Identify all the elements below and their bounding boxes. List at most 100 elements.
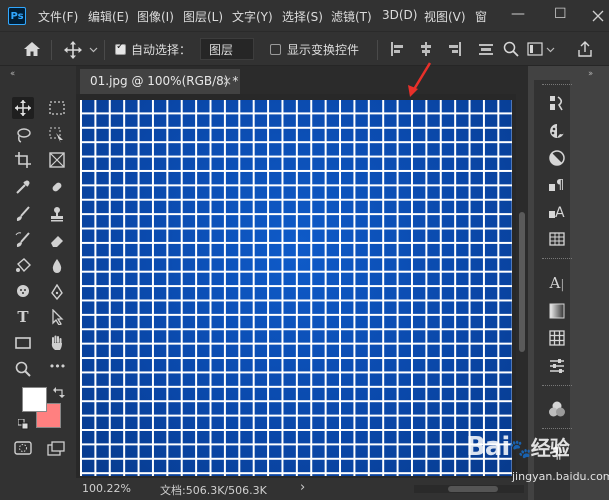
more-tools-icon[interactable]: •••: [46, 356, 68, 378]
screen-mode-icon[interactable]: [47, 441, 65, 456]
menu-window[interactable]: 窗: [475, 8, 487, 25]
move-tool-icon: [15, 100, 31, 116]
eyedropper-tool[interactable]: [12, 176, 34, 198]
brush-icon: [16, 206, 30, 221]
eraser-icon: [51, 236, 63, 247]
crop-icon: [15, 152, 31, 168]
properties-icon[interactable]: [546, 355, 568, 377]
paragraph-styles-icon[interactable]: ¶: [546, 173, 568, 195]
show-transform-checkbox[interactable]: [270, 44, 281, 55]
crop-tool[interactable]: [12, 149, 34, 171]
annotation-arrow-icon: [408, 62, 432, 97]
close-tab-icon[interactable]: ×: [222, 74, 232, 88]
menu-3d[interactable]: 3D(D): [382, 8, 417, 22]
align-right-icon[interactable]: [447, 42, 461, 56]
default-colors-icon[interactable]: [18, 419, 29, 430]
marquee-tool[interactable]: [46, 97, 68, 119]
type-tool[interactable]: T: [12, 306, 34, 328]
path-select-tool[interactable]: [46, 306, 68, 328]
paint-bucket-tool[interactable]: [12, 255, 34, 277]
menu-layer[interactable]: 图层(L): [183, 8, 223, 25]
marquee-icon: [49, 101, 65, 115]
menu-edit[interactable]: 编辑(E): [88, 8, 129, 25]
maximize-button[interactable]: ☐: [554, 6, 567, 22]
history-brush-icon: [15, 232, 30, 247]
grid-icon[interactable]: [546, 228, 568, 250]
home-icon[interactable]: [23, 41, 41, 57]
swap-colors-icon[interactable]: [53, 387, 65, 398]
arrow-pointer-icon: [52, 309, 64, 325]
pattern-icon[interactable]: [546, 327, 568, 349]
workspace-chevron-icon[interactable]: [546, 47, 555, 53]
quick-mask-icon[interactable]: [14, 441, 32, 455]
pen-tool[interactable]: [46, 281, 68, 303]
search-icon[interactable]: [503, 41, 519, 57]
history-icon[interactable]: [546, 92, 568, 114]
menu-filter[interactable]: 滤镜(T): [331, 8, 372, 25]
show-transform-label: 显示变换控件: [287, 43, 360, 57]
collapse-left-icon[interactable]: ‹‹: [10, 69, 15, 79]
hand-tool[interactable]: [46, 332, 68, 354]
menu-bar: Ps 文件(F) 编辑(E) 图像(I) 图层(L) 文字(Y) 选择(S) 滤…: [0, 0, 609, 31]
eraser-tool[interactable]: [46, 229, 68, 251]
share-icon[interactable]: [577, 41, 593, 57]
channels-icon[interactable]: [546, 398, 568, 420]
options-bar: 自动选择： 图层 显示变换控件: [0, 31, 609, 66]
menu-image[interactable]: 图像(I): [137, 8, 174, 25]
svg-text:A: A: [555, 205, 565, 219]
document-tab-bar: 01.jpg @ 100%(RGB/8) * ×: [76, 66, 528, 94]
align-left-icon[interactable]: [391, 42, 405, 56]
document-tab[interactable]: 01.jpg @ 100%(RGB/8) * ×: [80, 69, 240, 94]
auto-select-target-dropdown[interactable]: 图层: [200, 38, 254, 60]
foreground-color-swatch[interactable]: [22, 387, 47, 412]
object-select-tool[interactable]: [46, 124, 68, 146]
history-brush-tool[interactable]: [12, 229, 34, 251]
close-window-icon[interactable]: [592, 10, 604, 22]
align-top-icon[interactable]: [479, 42, 493, 56]
baidu-watermark: Bai🐾经验 jingyan.baidu.com: [466, 428, 609, 496]
vertical-scrollbar[interactable]: [516, 94, 528, 478]
lasso-tool[interactable]: [12, 124, 34, 146]
dodge-tool[interactable]: [12, 281, 34, 303]
align-center-icon[interactable]: [419, 42, 433, 56]
move-tool[interactable]: [12, 97, 34, 119]
character-glyph: A: [549, 274, 561, 292]
document-image[interactable]: [80, 100, 512, 476]
zoom-tool[interactable]: [12, 358, 34, 380]
gradient-icon[interactable]: [546, 300, 568, 322]
auto-select-label: 自动选择：: [131, 43, 192, 57]
blur-drop-icon: [52, 259, 62, 273]
dodge-icon: [17, 285, 29, 297]
collapse-right-icon[interactable]: ››: [588, 69, 593, 79]
auto-select-checkbox[interactable]: [115, 41, 126, 55]
status-menu-arrow[interactable]: ›: [300, 480, 305, 495]
clone-stamp-tool[interactable]: [46, 203, 68, 225]
rectangle-icon: [15, 337, 31, 349]
canvas-area[interactable]: [76, 94, 516, 478]
healing-brush-tool[interactable]: [46, 176, 68, 198]
rectangle-tool[interactable]: [12, 332, 34, 354]
pen-icon: [51, 284, 63, 300]
character-styles-icon[interactable]: A: [546, 200, 568, 222]
character-icon[interactable]: A|: [546, 272, 568, 294]
frame-tool[interactable]: [46, 149, 68, 171]
bandage-icon: [52, 182, 62, 192]
menu-type[interactable]: 文字(Y): [232, 8, 273, 25]
minimize-button[interactable]: —: [511, 6, 525, 22]
auto-select-target-value: 图层: [209, 43, 234, 57]
color-icon[interactable]: [546, 120, 568, 142]
hand-icon: [51, 335, 62, 350]
baidu-logo: Bai🐾经验: [466, 432, 570, 462]
blur-tool[interactable]: [46, 255, 68, 277]
menu-select[interactable]: 选择(S): [282, 8, 323, 25]
chevron-down-icon[interactable]: [89, 47, 98, 53]
zoom-level[interactable]: 100.22%: [82, 482, 131, 495]
workspace-icon[interactable]: [527, 42, 543, 56]
tools-panel: ‹‹ T •••: [0, 66, 76, 500]
brush-tool[interactable]: [12, 203, 34, 225]
vertical-scroll-thumb[interactable]: [519, 212, 525, 352]
menu-view[interactable]: 视图(V): [424, 8, 466, 25]
move-tool-preset-icon[interactable]: [64, 41, 82, 59]
menu-file[interactable]: 文件(F): [38, 8, 78, 25]
adjustments-icon[interactable]: [546, 147, 568, 169]
